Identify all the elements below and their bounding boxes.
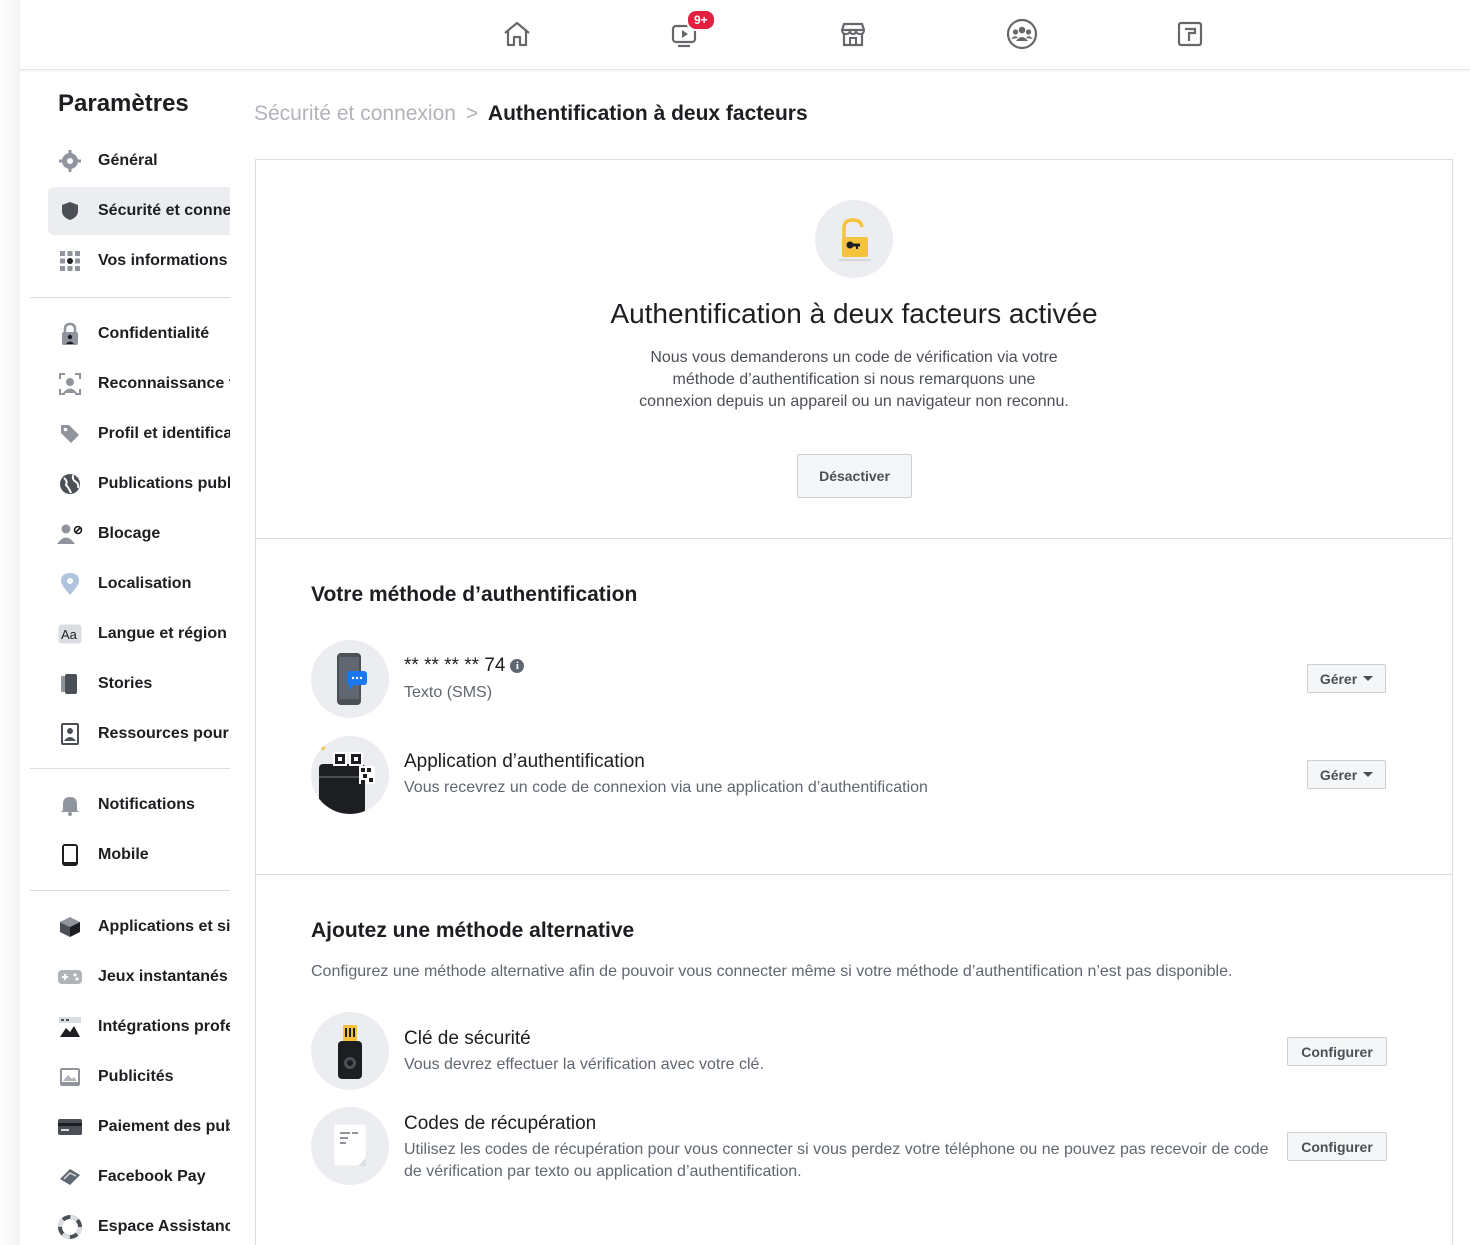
- sidebar-item-stories[interactable]: Stories: [48, 660, 230, 708]
- authenticator-app-title: Application d’authentification: [404, 751, 645, 772]
- ads-icon: [57, 1064, 83, 1090]
- groups-icon[interactable]: [1002, 14, 1042, 54]
- info-icon[interactable]: i: [510, 659, 525, 673]
- recovery-codes-subtitle: Utilisez les codes de récupération pour …: [404, 1141, 1269, 1180]
- home-icon[interactable]: [497, 14, 537, 54]
- bell-icon: [57, 792, 83, 818]
- sidebar-item-face-recognition[interactable]: Reconnaissance faciale: [48, 360, 230, 408]
- qr-code-icon: [311, 736, 389, 814]
- cube-icon: [57, 914, 83, 940]
- manage-authenticator-button[interactable]: Gérer: [1307, 760, 1386, 789]
- grid-info-icon: [57, 248, 83, 274]
- authenticator-app-subtitle: Vous recevrez un code de connexion via u…: [404, 779, 928, 796]
- language-icon: Aa: [57, 621, 83, 647]
- sidebar-item-instant-games[interactable]: Jeux instantanés: [48, 953, 230, 1001]
- sidebar-item-general[interactable]: Général: [48, 137, 230, 185]
- recovery-codes-icon: [311, 1107, 389, 1185]
- auth-method-heading: Votre méthode d’authentification: [311, 583, 638, 606]
- sidebar-item-language[interactable]: Aa Langue et région: [48, 610, 230, 658]
- sidebar-divider: [30, 297, 230, 298]
- unlocked-padlock-icon: [815, 200, 893, 278]
- lifebuoy-icon: [57, 1214, 83, 1240]
- two-factor-panel: Authentification à deux facteurs activée…: [255, 159, 1453, 1245]
- marketplace-icon[interactable]: [833, 14, 873, 54]
- sidebar-item-mobile[interactable]: Mobile: [48, 831, 230, 879]
- sidebar-item-location[interactable]: Localisation: [48, 560, 230, 608]
- sidebar-item-profile-tagging[interactable]: Profil et identification: [48, 410, 230, 458]
- face-recognition-icon: [57, 371, 83, 397]
- configure-security-key-button[interactable]: Configurer: [1287, 1037, 1387, 1066]
- lock-person-icon: [57, 321, 83, 347]
- breadcrumb-parent-link[interactable]: Sécurité et connexion: [254, 102, 456, 125]
- sms-phone-icon: [311, 640, 389, 718]
- globe-icon: [57, 471, 83, 497]
- sidebar-item-your-information[interactable]: Vos informations Facebook: [48, 237, 230, 285]
- sidebar-item-ads[interactable]: Publicités: [48, 1053, 230, 1101]
- gear-icon: [57, 148, 83, 174]
- sms-method-title: ** ** ** ** 74 i: [404, 655, 525, 677]
- breadcrumb-separator: >: [465, 102, 479, 125]
- configure-recovery-codes-button[interactable]: Configurer: [1287, 1132, 1387, 1161]
- section-divider: [256, 538, 1452, 539]
- svg-text:Aa: Aa: [61, 627, 78, 642]
- deactivate-button[interactable]: Désactiver: [797, 454, 912, 498]
- gamepad-icon: [57, 964, 83, 990]
- watch-video-icon[interactable]: 9+: [664, 9, 716, 54]
- breadcrumb: Sécurité et connexion > Authentification…: [254, 102, 808, 126]
- sidebar-item-ad-payments[interactable]: Paiement des publicités: [48, 1103, 230, 1151]
- section-divider: [256, 874, 1452, 875]
- shield-icon: [57, 198, 83, 224]
- facebook-pay-icon: [57, 1164, 83, 1190]
- credit-card-icon: [57, 1114, 83, 1140]
- top-navigation-bar: 9+: [20, 0, 1470, 70]
- page-title: Authentification à deux facteurs: [487, 102, 808, 125]
- settings-sidebar: Paramètres Général Sécurité et connexion…: [30, 70, 230, 1245]
- alternative-method-description: Configurez une méthode alternative afin …: [311, 963, 1233, 980]
- block-user-icon: [57, 521, 83, 547]
- tag-icon: [57, 421, 83, 447]
- sidebar-item-notifications[interactable]: Notifications: [48, 781, 230, 829]
- sms-method-subtitle: Texto (SMS): [404, 684, 493, 701]
- sidebar-divider: [30, 890, 230, 891]
- stories-icon: [57, 671, 83, 697]
- sidebar-item-business-integrations[interactable]: Intégrations professionnelles: [48, 1003, 230, 1051]
- sidebar-divider: [30, 768, 230, 769]
- sidebar-item-support-inbox[interactable]: Espace Assistance: [48, 1203, 230, 1245]
- sidebar-item-privacy[interactable]: Confidentialité: [48, 310, 230, 358]
- gaming-icon[interactable]: [1170, 14, 1210, 54]
- hero-title: Authentification à deux facteurs activée: [610, 298, 1098, 329]
- security-key-title: Clé de sécurité: [404, 1028, 531, 1049]
- phone-icon: [57, 842, 83, 868]
- sidebar-item-public-posts[interactable]: Publications publiques: [48, 460, 230, 508]
- caret-down-icon: [1363, 676, 1374, 681]
- sidebar-item-blocking[interactable]: Blocage: [48, 510, 230, 558]
- sidebar-item-security[interactable]: Sécurité et connexion: [48, 187, 230, 235]
- location-pin-icon: [57, 571, 83, 597]
- sidebar-item-journalist-resources[interactable]: Ressources pour les journalistes: [48, 710, 230, 758]
- notification-badge: 9+: [686, 9, 716, 31]
- sidebar-item-facebook-pay[interactable]: Facebook Pay: [48, 1153, 230, 1201]
- recovery-codes-title: Codes de récupération: [404, 1113, 597, 1134]
- manage-sms-button[interactable]: Gérer: [1307, 664, 1386, 693]
- sidebar-title: Paramètres: [58, 90, 189, 117]
- security-key-subtitle: Vous devrez effectuer la vérification av…: [404, 1056, 764, 1073]
- sidebar-item-apps-websites[interactable]: Applications et sites web: [48, 903, 230, 951]
- id-badge-icon: [57, 721, 83, 747]
- security-key-icon: [311, 1012, 389, 1090]
- caret-down-icon: [1363, 772, 1374, 777]
- alternative-method-heading: Ajoutez une méthode alternative: [311, 919, 635, 942]
- business-integration-icon: [57, 1014, 83, 1040]
- left-edge-shade: [0, 0, 20, 1245]
- hero-description: Nous vous demanderons un code de vérific…: [639, 349, 1069, 410]
